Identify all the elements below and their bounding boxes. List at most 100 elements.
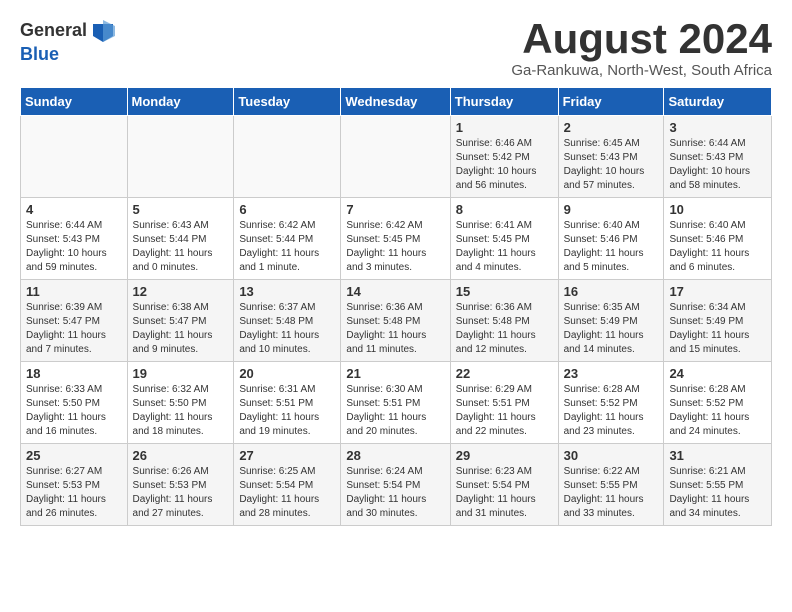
day-number: 7 [346, 202, 444, 217]
day-info: Sunrise: 6:42 AM Sunset: 5:44 PM Dayligh… [239, 219, 335, 275]
calendar-cell [127, 116, 234, 198]
calendar-cell: 8Sunrise: 6:41 AM Sunset: 5:45 PM Daylig… [450, 198, 558, 280]
calendar-cell: 9 Sunrise: 6:40 AM Sunset: 5:46 PM Daylig… [558, 198, 664, 280]
day-info: Sunrise: 6:41 AM Sunset: 5:45 PM Dayligh… [456, 219, 553, 275]
day-number: 3 [669, 120, 766, 135]
calendar-cell: 18Sunrise: 6:33 AM Sunset: 5:50 PM Dayli… [21, 362, 128, 444]
calendar-cell: 13 Sunrise: 6:37 AM Sunset: 5:48 PM Dayli… [234, 280, 341, 362]
day-info: Sunrise: 6:32 AM Sunset: 5:50 PM Dayligh… [133, 383, 229, 439]
day-info: Sunrise: 6:37 AM Sunset: 5:48 PM Dayligh… [239, 301, 335, 357]
calendar-cell: 14Sunrise: 6:36 AM Sunset: 5:48 PM Dayli… [341, 280, 450, 362]
calendar-cell: 29 Sunrise: 6:23 AM Sunset: 5:54 PM Dayli… [450, 444, 558, 526]
calendar-cell: 25 Sunrise: 6:27 AM Sunset: 5:53 PM Dayli… [21, 444, 128, 526]
header-monday: Monday [127, 88, 234, 116]
day-number: 5 [133, 202, 229, 217]
calendar-week-row: 1 Sunrise: 6:46 AM Sunset: 5:42 PM Daylig… [21, 116, 772, 198]
day-info: Sunrise: 6:45 AM Sunset: 5:43 PM Dayligh… [564, 137, 659, 193]
day-info: Sunrise: 6:31 AM Sunset: 5:51 PM Dayligh… [239, 383, 335, 439]
day-info: Sunrise: 6:30 AM Sunset: 5:51 PM Dayligh… [346, 383, 444, 439]
day-number: 29 [456, 448, 553, 463]
logo: General Blue [20, 16, 117, 65]
day-number: 27 [239, 448, 335, 463]
day-info: Sunrise: 6:29 AM Sunset: 5:51 PM Dayligh… [456, 383, 553, 439]
day-number: 10 [669, 202, 766, 217]
calendar-cell: 19 Sunrise: 6:32 AM Sunset: 5:50 PM Dayli… [127, 362, 234, 444]
calendar-cell: 11 Sunrise: 6:39 AM Sunset: 5:47 PM Dayli… [21, 280, 128, 362]
calendar-week-row: 25 Sunrise: 6:27 AM Sunset: 5:53 PM Dayli… [21, 444, 772, 526]
day-number: 2 [564, 120, 659, 135]
day-info: Sunrise: 6:24 AM Sunset: 5:54 PM Dayligh… [346, 465, 444, 521]
calendar-cell [21, 116, 128, 198]
calendar-cell: 28 Sunrise: 6:24 AM Sunset: 5:54 PM Dayli… [341, 444, 450, 526]
day-number: 6 [239, 202, 335, 217]
calendar-cell: 5 Sunrise: 6:43 AM Sunset: 5:44 PM Daylig… [127, 198, 234, 280]
day-info: Sunrise: 6:38 AM Sunset: 5:47 PM Dayligh… [133, 301, 229, 357]
calendar-cell: 16Sunrise: 6:35 AM Sunset: 5:49 PM Dayli… [558, 280, 664, 362]
calendar-table: SundayMondayTuesdayWednesdayThursdayFrid… [20, 87, 772, 526]
calendar-cell: 1 Sunrise: 6:46 AM Sunset: 5:42 PM Daylig… [450, 116, 558, 198]
calendar-cell: 12Sunrise: 6:38 AM Sunset: 5:47 PM Dayli… [127, 280, 234, 362]
calendar-week-row: 11 Sunrise: 6:39 AM Sunset: 5:47 PM Dayli… [21, 280, 772, 362]
day-number: 28 [346, 448, 444, 463]
location-subtitle: Ga-Rankuwa, North-West, South Africa [511, 62, 772, 79]
day-info: Sunrise: 6:36 AM Sunset: 5:48 PM Dayligh… [456, 301, 553, 357]
logo-icon [89, 16, 117, 44]
calendar-week-row: 18Sunrise: 6:33 AM Sunset: 5:50 PM Dayli… [21, 362, 772, 444]
logo-general: General [20, 20, 87, 41]
day-number: 1 [456, 120, 553, 135]
calendar-cell: 23Sunrise: 6:28 AM Sunset: 5:52 PM Dayli… [558, 362, 664, 444]
day-info: Sunrise: 6:44 AM Sunset: 5:43 PM Dayligh… [669, 137, 766, 193]
calendar-cell: 20 Sunrise: 6:31 AM Sunset: 5:51 PM Dayli… [234, 362, 341, 444]
day-info: Sunrise: 6:46 AM Sunset: 5:42 PM Dayligh… [456, 137, 553, 193]
day-info: Sunrise: 6:43 AM Sunset: 5:44 PM Dayligh… [133, 219, 229, 275]
day-number: 25 [26, 448, 122, 463]
calendar-cell: 7 Sunrise: 6:42 AM Sunset: 5:45 PM Daylig… [341, 198, 450, 280]
calendar-cell: 26Sunrise: 6:26 AM Sunset: 5:53 PM Dayli… [127, 444, 234, 526]
calendar-cell: 10 Sunrise: 6:40 AM Sunset: 5:46 PM Dayli… [664, 198, 772, 280]
day-info: Sunrise: 6:23 AM Sunset: 5:54 PM Dayligh… [456, 465, 553, 521]
calendar-cell [341, 116, 450, 198]
day-info: Sunrise: 6:25 AM Sunset: 5:54 PM Dayligh… [239, 465, 335, 521]
calendar-cell: 31 Sunrise: 6:21 AM Sunset: 5:55 PM Dayli… [664, 444, 772, 526]
calendar-cell: 2 Sunrise: 6:45 AM Sunset: 5:43 PM Daylig… [558, 116, 664, 198]
day-number: 19 [133, 366, 229, 381]
day-number: 17 [669, 284, 766, 299]
calendar-cell: 27 Sunrise: 6:25 AM Sunset: 5:54 PM Dayli… [234, 444, 341, 526]
calendar-header-row: SundayMondayTuesdayWednesdayThursdayFrid… [21, 88, 772, 116]
calendar-cell [234, 116, 341, 198]
day-number: 9 [564, 202, 659, 217]
day-info: Sunrise: 6:34 AM Sunset: 5:49 PM Dayligh… [669, 301, 766, 357]
calendar-cell: 22 Sunrise: 6:29 AM Sunset: 5:51 PM Dayli… [450, 362, 558, 444]
day-number: 4 [26, 202, 122, 217]
header-thursday: Thursday [450, 88, 558, 116]
day-number: 21 [346, 366, 444, 381]
day-number: 23 [564, 366, 659, 381]
day-info: Sunrise: 6:27 AM Sunset: 5:53 PM Dayligh… [26, 465, 122, 521]
calendar-cell: 4Sunrise: 6:44 AM Sunset: 5:43 PM Daylig… [21, 198, 128, 280]
day-info: Sunrise: 6:40 AM Sunset: 5:46 PM Dayligh… [669, 219, 766, 275]
calendar-week-row: 4Sunrise: 6:44 AM Sunset: 5:43 PM Daylig… [21, 198, 772, 280]
header-friday: Friday [558, 88, 664, 116]
calendar-cell: 21 Sunrise: 6:30 AM Sunset: 5:51 PM Dayli… [341, 362, 450, 444]
day-number: 20 [239, 366, 335, 381]
month-title: August 2024 [511, 16, 772, 62]
page-header: General Blue August 2024 Ga-Rankuwa, Nor… [20, 16, 772, 79]
day-info: Sunrise: 6:21 AM Sunset: 5:55 PM Dayligh… [669, 465, 766, 521]
calendar-cell: 6 Sunrise: 6:42 AM Sunset: 5:44 PM Daylig… [234, 198, 341, 280]
header-sunday: Sunday [21, 88, 128, 116]
day-info: Sunrise: 6:42 AM Sunset: 5:45 PM Dayligh… [346, 219, 444, 275]
day-info: Sunrise: 6:40 AM Sunset: 5:46 PM Dayligh… [564, 219, 659, 275]
day-number: 18 [26, 366, 122, 381]
day-number: 13 [239, 284, 335, 299]
day-number: 16 [564, 284, 659, 299]
day-info: Sunrise: 6:39 AM Sunset: 5:47 PM Dayligh… [26, 301, 122, 357]
day-number: 11 [26, 284, 122, 299]
day-number: 30 [564, 448, 659, 463]
day-number: 31 [669, 448, 766, 463]
day-number: 24 [669, 366, 766, 381]
day-number: 22 [456, 366, 553, 381]
calendar-cell: 17 Sunrise: 6:34 AM Sunset: 5:49 PM Dayli… [664, 280, 772, 362]
header-tuesday: Tuesday [234, 88, 341, 116]
header-saturday: Saturday [664, 88, 772, 116]
day-info: Sunrise: 6:36 AM Sunset: 5:48 PM Dayligh… [346, 301, 444, 357]
